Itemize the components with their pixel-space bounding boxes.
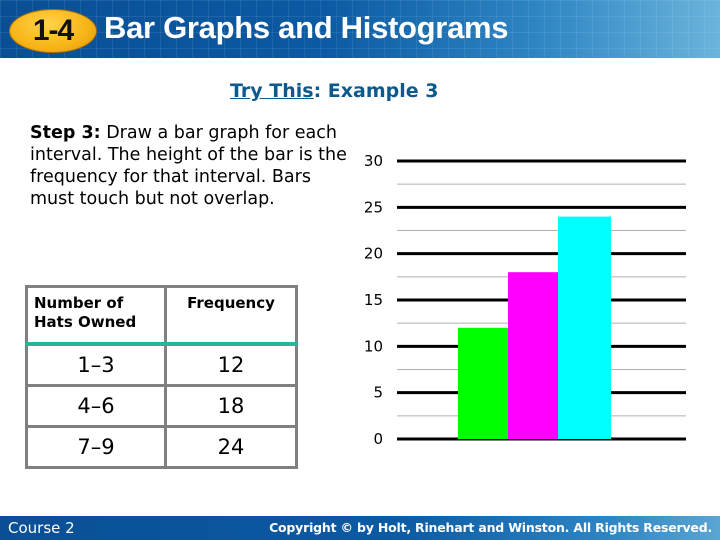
bar-2 [508, 272, 558, 439]
try-this-link[interactable]: Try This [230, 80, 314, 102]
slide-footer: Course 2 Copyright © by Holt, Rinehart a… [0, 516, 720, 540]
y-tick-label: 5 [373, 384, 383, 402]
table-row: 4–6 18 [25, 384, 298, 428]
course-label: Course 2 [8, 519, 75, 537]
table-header-row: Number of Hats Owned Frequency [25, 285, 298, 346]
bar-1 [458, 327, 508, 439]
frequency-cell: 18 [164, 384, 298, 428]
step-label: Step 3: [30, 123, 101, 143]
frequency-cell: 12 [164, 342, 298, 387]
y-tick-label: 15 [364, 291, 383, 309]
lesson-badge: 1-4 [9, 9, 97, 53]
y-tick-label: 30 [364, 152, 383, 170]
interval-cell: 7–9 [25, 425, 167, 469]
frequency-cell: 24 [164, 425, 298, 469]
y-tick-label: 10 [364, 337, 383, 355]
interval-cell: 4–6 [25, 384, 167, 428]
example-title: Try This: Example 3 [230, 80, 438, 102]
example-label: : Example 3 [313, 80, 439, 102]
copyright-notice: Copyright © by Holt, Rinehart and Winsto… [269, 520, 712, 535]
bar-3 [558, 216, 611, 439]
lesson-title: Bar Graphs and Histograms [104, 10, 509, 45]
interval-cell: 1–3 [25, 342, 167, 387]
header-frequency: Frequency [164, 285, 298, 346]
slide-header: 1-4 Bar Graphs and Histograms [0, 0, 720, 58]
frequency-table: Number of Hats Owned Frequency 1–3 12 4–… [25, 285, 298, 469]
y-tick-label: 20 [364, 245, 383, 263]
y-tick-label: 0 [373, 430, 383, 448]
y-tick-label: 25 [364, 198, 383, 216]
header-hats-owned: Number of Hats Owned [25, 285, 167, 346]
table-row: 1–3 12 [25, 342, 298, 387]
step-instructions: Step 3: Draw a bar graph for each interv… [30, 122, 360, 210]
table-row: 7–9 24 [25, 425, 298, 469]
